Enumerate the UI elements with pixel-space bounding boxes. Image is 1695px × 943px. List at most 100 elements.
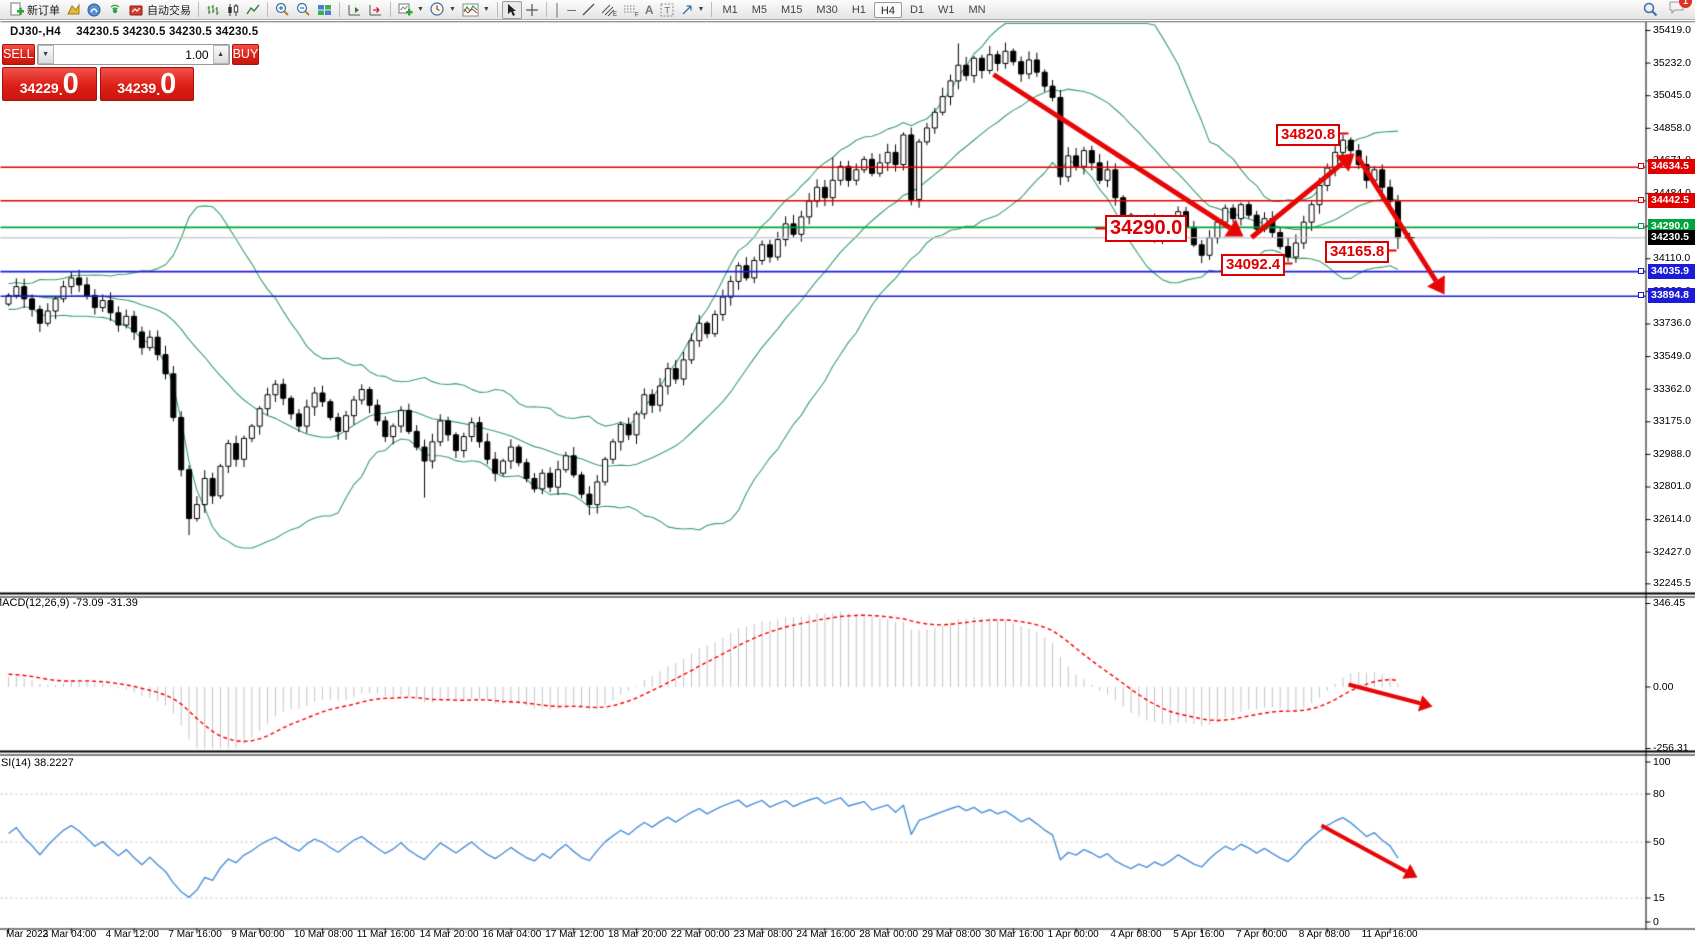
timeframe-h1[interactable]: H1	[846, 2, 872, 18]
chevron-down-icon: ▼	[483, 6, 490, 13]
periods-button[interactable]: ▼	[427, 1, 459, 19]
price-annotation[interactable]: 34820.8	[1276, 124, 1340, 146]
sell-button[interactable]: SELL	[2, 44, 35, 65]
price-level-handle[interactable]	[1638, 268, 1644, 274]
time-axis-label: 5 Apr 16:00	[1173, 929, 1224, 940]
toolbar-separator	[339, 2, 340, 17]
profile-button[interactable]	[63, 1, 84, 19]
time-axis-label: 10 Mar 08:00	[294, 929, 353, 940]
timeframe-m30[interactable]: M30	[810, 2, 843, 18]
timeframe-mn[interactable]: MN	[963, 2, 992, 18]
volume-up-button[interactable]: ▲	[213, 45, 229, 64]
trendline-button[interactable]	[579, 1, 598, 19]
signals-button[interactable]	[105, 1, 126, 19]
rsi-axis-label: 100	[1653, 756, 1671, 768]
sell-price-int: 34229	[20, 78, 59, 98]
editor-icon	[87, 3, 102, 17]
price-level-tag[interactable]: 34634.5	[1648, 159, 1695, 174]
price-level-tag[interactable]: 34442.5	[1648, 193, 1695, 208]
timeframe-m15[interactable]: M15	[775, 2, 808, 18]
price-level-tag[interactable]: 34035.9	[1648, 264, 1695, 279]
autotrade-icon	[129, 3, 144, 17]
price-axis-label: 33736.0	[1653, 317, 1691, 329]
indicators-icon	[462, 3, 479, 17]
tile-windows-icon	[317, 3, 332, 17]
volume-input[interactable]	[54, 45, 213, 64]
price-axis-label: 32988.0	[1653, 448, 1691, 460]
equidistant-channel-button[interactable]: E	[598, 1, 620, 19]
price-axis-label: 33362.0	[1653, 383, 1691, 395]
equidistant-channel-icon: E	[601, 3, 617, 17]
price-axis-label: 35232.0	[1653, 57, 1691, 69]
price-axis-label: 33549.0	[1653, 350, 1691, 362]
indicators-button[interactable]: ▼	[459, 1, 493, 19]
macd-axis-label: 0.00	[1653, 681, 1673, 693]
toolbar-separator	[497, 2, 498, 17]
timeframe-h4[interactable]: H4	[874, 2, 902, 18]
time-axis-label: 18 Mar 20:00	[608, 929, 667, 940]
zoom-out-button[interactable]	[293, 1, 314, 19]
horizontal-line-button[interactable]: ─	[564, 1, 579, 19]
autotrade-button[interactable]: 自动交易	[126, 1, 194, 19]
chart-canvas[interactable]	[0, 21, 1695, 943]
crosshair-icon	[525, 3, 539, 17]
editor-button[interactable]	[84, 1, 105, 19]
toolbar-separator	[546, 2, 547, 17]
buy-button[interactable]: BUY	[232, 44, 260, 65]
time-axis-label: 14 Mar 20:00	[420, 929, 479, 940]
buy-price-frac: 0	[160, 71, 176, 98]
ohlc-values: 34230.5 34230.5 34230.5 34230.5	[76, 26, 258, 38]
chart-shift-button[interactable]	[344, 1, 365, 19]
timeframe-m1[interactable]: M1	[716, 2, 743, 18]
zoom-in-icon	[275, 2, 290, 17]
price-level-handle[interactable]	[1638, 223, 1644, 229]
volume-down-button[interactable]: ▼	[38, 45, 54, 64]
bar-chart-button[interactable]	[203, 1, 223, 19]
fibonacci-icon: F	[623, 3, 639, 17]
notification-badge: 1	[1679, 0, 1692, 8]
notifications-button[interactable]: 1	[1668, 0, 1685, 20]
price-level-handle[interactable]	[1638, 197, 1644, 203]
periods-clock-icon	[430, 2, 445, 17]
time-axis-label: 28 Mar 00:00	[859, 929, 918, 940]
tile-windows-button[interactable]	[314, 1, 335, 19]
timeframe-m5[interactable]: M5	[746, 2, 773, 18]
rsi-axis-label: 50	[1653, 836, 1665, 848]
new-chart-icon	[398, 3, 413, 17]
horizontal-line-icon: ─	[567, 2, 576, 18]
arrows-icon	[680, 3, 694, 17]
new-order-button[interactable]: 新订单	[6, 1, 63, 19]
sell-price[interactable]: 34229.0	[2, 67, 97, 101]
fibonacci-button[interactable]: F	[620, 1, 642, 19]
zoom-out-icon	[296, 2, 311, 17]
candle-chart-icon	[226, 3, 240, 17]
text-label-icon: T	[660, 3, 674, 17]
text-label-button[interactable]: T	[657, 1, 677, 19]
vertical-line-button[interactable]: │	[551, 1, 565, 19]
timeframe-w1[interactable]: W1	[932, 2, 961, 18]
new-chart-button[interactable]: ▼	[395, 1, 427, 19]
price-annotation[interactable]: 34165.8	[1325, 241, 1389, 263]
text-icon: A	[645, 2, 654, 18]
price-level-tag[interactable]: 33894.8	[1648, 288, 1695, 303]
arrows-button[interactable]: ▼	[677, 1, 708, 19]
line-chart-button[interactable]	[243, 1, 263, 19]
crosshair-button[interactable]	[522, 1, 542, 19]
zoom-in-button[interactable]	[272, 1, 293, 19]
price-level-tag[interactable]: 34230.5	[1648, 230, 1695, 245]
bar-chart-icon	[206, 3, 220, 17]
auto-scroll-button[interactable]	[365, 1, 386, 19]
price-level-handle[interactable]	[1638, 163, 1644, 169]
buy-price[interactable]: 34239.0	[100, 67, 195, 101]
candle-chart-button[interactable]	[223, 1, 243, 19]
price-level-handle[interactable]	[1638, 292, 1644, 298]
vertical-line-icon: │	[554, 2, 562, 18]
price-annotation[interactable]: 34290.0	[1105, 215, 1187, 242]
cursor-button[interactable]	[502, 1, 522, 19]
timeframe-d1[interactable]: D1	[904, 2, 930, 18]
rsi-label: RSI(14) 38.2227	[0, 757, 74, 769]
price-axis-label: 32801.0	[1653, 480, 1691, 492]
text-button[interactable]: A	[642, 1, 657, 19]
search-icon[interactable]	[1643, 2, 1658, 17]
price-annotation[interactable]: 34092.4	[1221, 254, 1285, 276]
